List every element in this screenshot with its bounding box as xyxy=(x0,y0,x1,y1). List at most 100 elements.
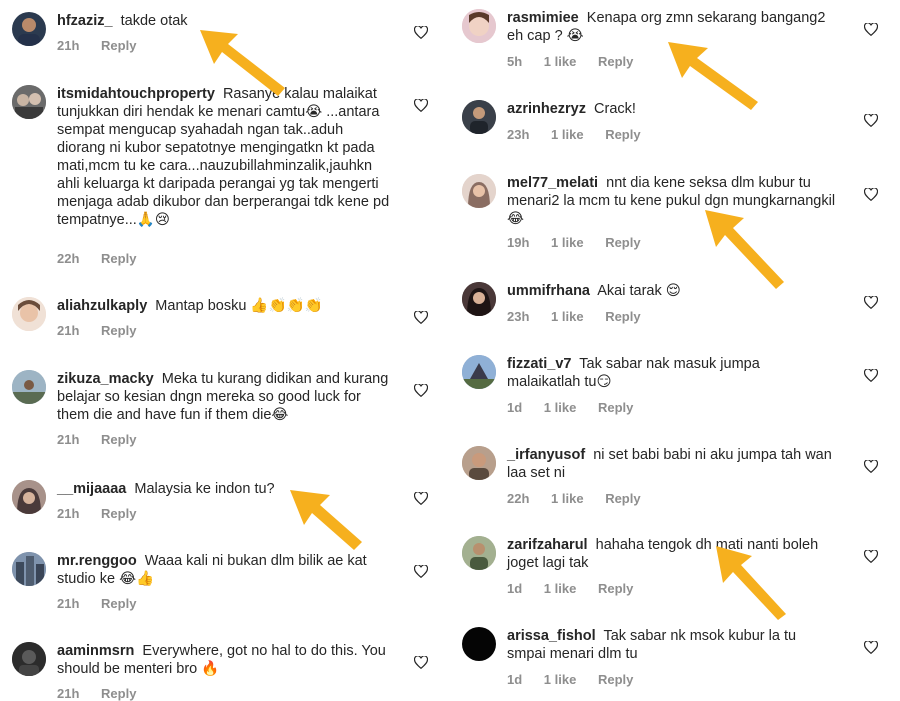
like-count[interactable]: 1 like xyxy=(544,400,577,415)
comment-item: zarifzaharul hahaha tengok dh mati nanti… xyxy=(450,536,900,598)
avatar[interactable] xyxy=(462,9,496,43)
avatar[interactable] xyxy=(462,536,496,570)
reply-button[interactable]: Reply xyxy=(598,400,633,415)
avatar[interactable] xyxy=(12,85,46,119)
reply-button[interactable]: Reply xyxy=(101,323,136,338)
comment-text: Crack! xyxy=(594,101,636,117)
avatar[interactable] xyxy=(12,12,46,46)
reply-button[interactable]: Reply xyxy=(101,506,136,521)
comment-username[interactable]: zikuza_macky xyxy=(57,371,154,387)
comment-username[interactable]: aliahzulkaply xyxy=(57,298,147,314)
avatar[interactable] xyxy=(12,370,46,404)
comment-username[interactable]: itsmidahtouchproperty xyxy=(57,86,215,102)
heart-outline-icon[interactable] xyxy=(414,99,428,112)
avatar[interactable] xyxy=(12,642,46,676)
heart-outline-icon[interactable] xyxy=(864,550,878,563)
comment-body: mel77_melati nnt dia kene seksa dlm kubu… xyxy=(507,174,847,228)
comment-username[interactable]: hfzaziz_ xyxy=(57,13,113,29)
heart-outline-icon[interactable] xyxy=(414,26,428,39)
like-count[interactable]: 1 like xyxy=(551,127,584,142)
heart-outline-icon[interactable] xyxy=(414,565,428,578)
reply-button[interactable]: Reply xyxy=(101,686,136,701)
reply-button[interactable]: Reply xyxy=(605,491,640,506)
comment-username[interactable]: ummifrhana xyxy=(507,283,590,299)
comment-username[interactable]: arissa_fishol xyxy=(507,628,596,644)
reply-button[interactable]: Reply xyxy=(605,127,640,142)
comment-username[interactable]: azrinhezryz xyxy=(507,101,586,117)
comment-time: 22h xyxy=(507,491,530,506)
reply-button[interactable]: Reply xyxy=(605,235,640,250)
like-count[interactable]: 1 like xyxy=(551,491,584,506)
comment-username[interactable]: fizzati_v7 xyxy=(507,356,571,372)
reply-button[interactable]: Reply xyxy=(101,251,136,266)
comment-body: itsmidahtouchproperty Rasanye kalau mala… xyxy=(57,85,392,229)
comment-time: 21h xyxy=(57,506,80,521)
comment-body: _irfanyusof ni set babi babi ni aku jump… xyxy=(507,446,837,482)
like-count[interactable]: 1 like xyxy=(544,672,577,687)
comment-body: __mijaaaa Malaysia ke indon tu? xyxy=(57,480,392,498)
avatar[interactable] xyxy=(12,552,46,586)
comment-username[interactable]: mel77_melati xyxy=(507,175,598,191)
comment-body: hfzaziz_ takde otak xyxy=(57,12,392,30)
avatar[interactable] xyxy=(462,174,496,208)
like-count[interactable]: 1 like xyxy=(551,235,584,250)
comment-text: Mantap bosku 👍👏👏👏 xyxy=(155,298,323,314)
like-count[interactable]: 1 like xyxy=(551,309,584,324)
like-count[interactable]: 1 like xyxy=(544,581,577,596)
avatar[interactable] xyxy=(12,297,46,331)
heart-outline-icon[interactable] xyxy=(864,296,878,309)
comment-time: 21h xyxy=(57,323,80,338)
comment-username[interactable]: __mijaaaa xyxy=(57,481,126,497)
avatar[interactable] xyxy=(462,355,496,389)
comment-meta: 1d 1 like Reply xyxy=(507,400,651,415)
avatar[interactable] xyxy=(462,627,496,661)
heart-outline-icon[interactable] xyxy=(864,641,878,654)
comment-time: 1d xyxy=(507,672,523,687)
avatar[interactable] xyxy=(12,480,46,514)
reply-button[interactable]: Reply xyxy=(101,596,136,611)
comment-item: aaminmsrn Everywhere, got no hal to do t… xyxy=(0,642,450,701)
avatar[interactable] xyxy=(462,282,496,316)
reply-button[interactable]: Reply xyxy=(598,581,633,596)
comment-username[interactable]: mr.renggoo xyxy=(57,553,137,569)
avatar[interactable] xyxy=(462,100,496,134)
comment-time: 21h xyxy=(57,596,80,611)
comment-meta: 21h Reply xyxy=(57,432,154,447)
heart-outline-icon[interactable] xyxy=(414,311,428,324)
heart-outline-icon[interactable] xyxy=(414,656,428,669)
comment-body: ummifrhana Akai tarak 😌 xyxy=(507,282,842,300)
reply-button[interactable]: Reply xyxy=(605,309,640,324)
comment-time: 5h xyxy=(507,54,523,69)
heart-outline-icon[interactable] xyxy=(864,114,878,127)
comments-column-left: hfzaziz_ takde otak 21h Reply itsmidahto… xyxy=(0,0,450,701)
comment-text: Malaysia ke indon tu? xyxy=(134,481,275,497)
comment-body: zikuza_macky Meka tu kurang didikan and … xyxy=(57,370,392,424)
comment-time: 1d xyxy=(507,581,523,596)
reply-button[interactable]: Reply xyxy=(598,54,633,69)
comment-time: 21h xyxy=(57,432,80,447)
comment-item: ummifrhana Akai tarak 😌 23h 1 like Reply xyxy=(450,282,900,332)
reply-button[interactable]: Reply xyxy=(101,432,136,447)
comment-meta: 21h Reply xyxy=(57,596,154,611)
comment-item: itsmidahtouchproperty Rasanye kalau mala… xyxy=(0,85,450,266)
heart-outline-icon[interactable] xyxy=(864,23,878,36)
avatar[interactable] xyxy=(462,446,496,480)
comment-username[interactable]: zarifzaharul xyxy=(507,537,588,553)
heart-outline-icon[interactable] xyxy=(414,492,428,505)
heart-outline-icon[interactable] xyxy=(864,460,878,473)
reply-button[interactable]: Reply xyxy=(598,672,633,687)
heart-outline-icon[interactable] xyxy=(864,188,878,201)
comment-username[interactable]: aaminmsrn xyxy=(57,643,134,659)
reply-button[interactable]: Reply xyxy=(101,38,136,53)
heart-outline-icon[interactable] xyxy=(414,384,428,397)
comment-time: 23h xyxy=(507,309,530,324)
comment-item: aliahzulkaply Mantap bosku 👍👏👏👏 21h Repl… xyxy=(0,297,450,347)
comment-username[interactable]: _irfanyusof xyxy=(507,447,585,463)
comment-username[interactable]: rasmimiee xyxy=(507,10,579,26)
comment-meta: 5h 1 like Reply xyxy=(507,54,651,69)
like-count[interactable]: 1 like xyxy=(544,54,577,69)
comment-time: 23h xyxy=(507,127,530,142)
heart-outline-icon[interactable] xyxy=(864,369,878,382)
comment-body: mr.renggoo Waaa kali ni bukan dlm bilik … xyxy=(57,552,392,588)
comment-meta: 23h 1 like Reply xyxy=(507,127,659,142)
